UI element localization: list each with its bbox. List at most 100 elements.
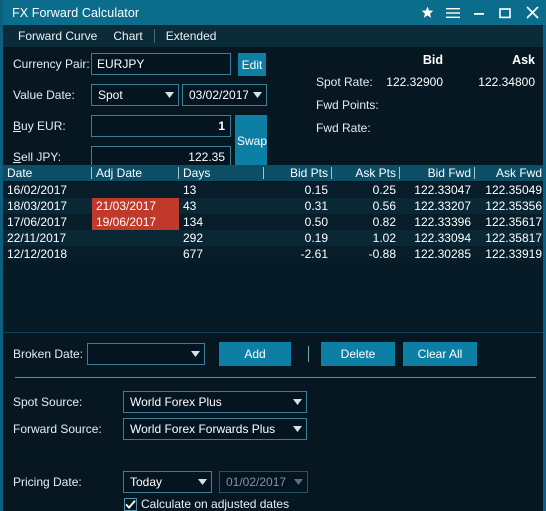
- sources-panel: Spot Source: World Forex Plus Forward So…: [3, 381, 546, 511]
- broken-date-select[interactable]: [87, 343, 205, 365]
- menu-icon[interactable]: [440, 0, 466, 25]
- checkbox-box: [124, 497, 137, 511]
- cell-days: 13: [183, 183, 197, 197]
- column-header-ask-fwd[interactable]: Ask Fwd: [475, 165, 546, 181]
- chevron-down-icon: [288, 392, 306, 412]
- title-bar: FX Forward Calculator: [3, 0, 546, 25]
- spot-source-value: World Forex Plus: [130, 395, 222, 409]
- chevron-down-icon: [289, 472, 307, 492]
- chevron-down-icon: [248, 85, 266, 105]
- cell-bid-fwd: 122.33094: [414, 231, 471, 245]
- column-header-bid-fwd[interactable]: Bid Fwd: [400, 165, 475, 181]
- spot-source-select[interactable]: World Forex Plus: [123, 391, 307, 413]
- column-header-bid-pts[interactable]: Bid Pts: [264, 165, 332, 181]
- calculate-adjusted-dates-label: Calculate on adjusted dates: [141, 497, 290, 511]
- chevron-down-icon: [186, 344, 204, 364]
- section-divider: [15, 377, 536, 378]
- table-row[interactable]: 12/12/2018 677 -2.61 -0.88 122.30285 122.3391…: [3, 246, 546, 262]
- chevron-down-icon: [193, 472, 211, 492]
- cell-ask-pts: -0.88: [368, 247, 396, 261]
- cell-bid-fwd: 122.33047: [414, 183, 471, 197]
- cell-bid-pts: -2.61: [300, 247, 328, 261]
- broken-date-toolbar: Broken Date: Add Delete Clear All: [3, 333, 546, 381]
- cell-adj-date: [92, 182, 179, 198]
- currency-pair-input[interactable]: [91, 53, 231, 75]
- cell-days: 292: [183, 231, 204, 245]
- cell-date: 16/02/2017: [7, 183, 68, 197]
- delete-button[interactable]: Delete: [321, 342, 395, 366]
- menu-item-extended[interactable]: Extended: [158, 25, 225, 47]
- value-date-date-value: 03/02/2017: [189, 88, 249, 102]
- cell-bid-pts: 0.15: [304, 183, 328, 197]
- column-header-adj-date[interactable]: Adj Date: [92, 165, 179, 181]
- cell-ask-fwd: 122.35617: [485, 215, 542, 229]
- pricing-date-label: Pricing Date:: [13, 475, 82, 489]
- value-date-tenor-value: Spot: [98, 88, 123, 102]
- forward-curve-table: Date Adj Date Days Bid Pts Ask Pts Bid F…: [3, 165, 546, 333]
- swap-button[interactable]: Swap: [235, 115, 267, 167]
- buy-amount-label: Buy EUR:: [13, 119, 66, 133]
- cell-bid-pts: 0.50: [304, 215, 328, 229]
- broken-date-label: Broken Date:: [13, 347, 84, 361]
- edit-button[interactable]: Edit: [238, 53, 266, 76]
- value-date-label: Value Date:: [13, 88, 75, 102]
- parameters-panel: Currency Pair: Edit Value Date: Spot 03/…: [3, 47, 546, 168]
- cell-bid-pts: 0.19: [304, 231, 328, 245]
- table-row[interactable]: 17/06/2017 19/06/2017 134 0.50 0.82 122.33396…: [3, 214, 546, 230]
- forward-source-select[interactable]: World Forex Forwards Plus: [123, 418, 307, 440]
- value-date-date-select[interactable]: 03/02/2017: [182, 84, 267, 106]
- cell-date: 18/03/2017: [7, 199, 68, 213]
- cell-bid-fwd: 122.33207: [414, 199, 471, 213]
- minimize-button[interactable]: [466, 0, 492, 25]
- spot-source-label: Spot Source:: [13, 395, 83, 409]
- toolbar-separator: [308, 346, 309, 362]
- cell-ask-pts: 1.02: [372, 231, 396, 245]
- cell-bid-pts: 0.31: [304, 199, 328, 213]
- cell-days: 677: [183, 247, 204, 261]
- menu-item-chart[interactable]: Chart: [105, 25, 150, 47]
- sell-amount-label: Sell JPY:: [13, 150, 62, 164]
- cell-adj-date: 21/03/2017: [92, 198, 179, 214]
- cell-date: 22/11/2017: [7, 231, 67, 245]
- forward-source-label: Forward Source:: [13, 422, 102, 436]
- cell-ask-pts: 0.56: [372, 199, 396, 213]
- value-date-tenor-select[interactable]: Spot: [91, 84, 179, 106]
- buy-amount-input[interactable]: [91, 115, 231, 137]
- cell-date: 12/12/2018: [7, 247, 68, 261]
- currency-pair-label: Currency Pair:: [13, 57, 90, 71]
- table-row[interactable]: 16/02/2017 13 0.15 0.25 122.33047 122.35049: [3, 182, 546, 198]
- cell-bid-fwd: 122.33396: [414, 215, 471, 229]
- column-header-ask-pts[interactable]: Ask Pts: [332, 165, 400, 181]
- cell-adj-date: 19/06/2017: [92, 214, 179, 230]
- cell-adj-date: [92, 246, 179, 262]
- column-header-days[interactable]: Days: [179, 165, 264, 181]
- table-header-row: Date Adj Date Days Bid Pts Ask Pts Bid F…: [3, 165, 546, 182]
- pricing-date-date-value: 01/02/2017: [226, 475, 287, 489]
- close-button[interactable]: [518, 0, 546, 25]
- menu-item-forward-curve[interactable]: Forward Curve: [10, 25, 105, 47]
- table-row[interactable]: 18/03/2017 21/03/2017 43 0.31 0.56 122.33207 1…: [3, 198, 546, 214]
- add-button[interactable]: Add: [219, 342, 291, 366]
- maximize-button[interactable]: [492, 0, 518, 25]
- menu-bar: Forward Curve Chart Extended: [3, 25, 546, 47]
- cell-adj-date: [92, 230, 179, 246]
- cell-ask-fwd: 122.35817: [485, 231, 542, 245]
- table-row[interactable]: 22/11/2017 292 0.19 1.02 122.33094 122.35817: [3, 230, 546, 246]
- chevron-down-icon: [160, 85, 178, 105]
- pricing-date-mode-value: Today: [130, 475, 163, 489]
- cell-date: 17/06/2017: [7, 215, 68, 229]
- cell-ask-fwd: 122.33919: [485, 247, 542, 261]
- calculate-adjusted-dates-checkbox[interactable]: Calculate on adjusted dates: [124, 497, 289, 511]
- cell-ask-pts: 0.82: [372, 215, 396, 229]
- bid-column-header: Bid: [422, 53, 443, 67]
- pricing-date-mode-select[interactable]: Today: [123, 471, 212, 493]
- ask-column-header: Ask: [512, 53, 535, 67]
- chevron-down-icon: [288, 419, 306, 439]
- pricing-date-date-select[interactable]: 01/02/2017: [219, 471, 308, 493]
- spot-rate-bid-value: 122.32900: [386, 75, 443, 89]
- cell-days: 43: [183, 199, 197, 213]
- clear-all-button[interactable]: Clear All: [403, 342, 477, 366]
- favorite-icon[interactable]: [414, 0, 440, 25]
- column-header-date[interactable]: Date: [3, 165, 92, 181]
- table-body: 16/02/2017 13 0.15 0.25 122.33047 122.35049 18…: [3, 182, 546, 262]
